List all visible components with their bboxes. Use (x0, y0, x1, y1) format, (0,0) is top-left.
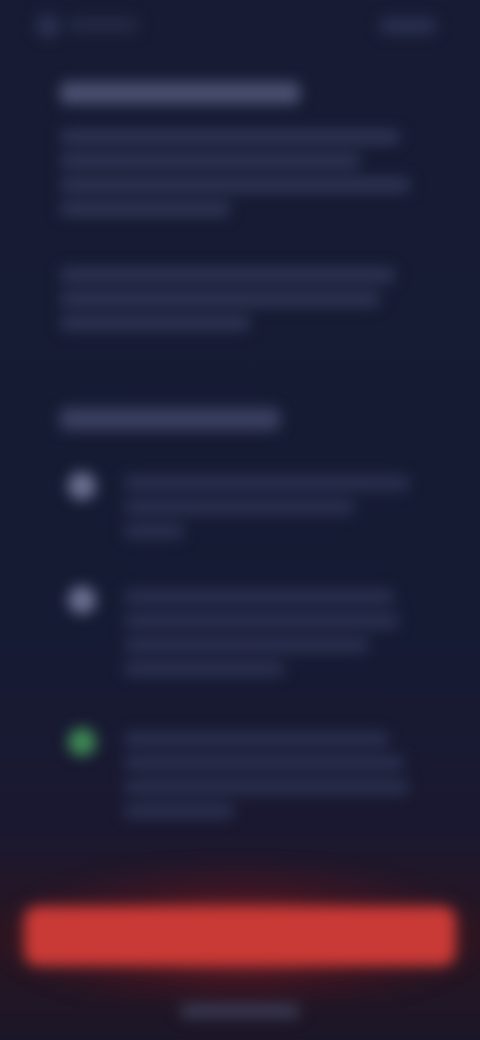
top-bar-title (68, 18, 138, 32)
step-item-3-text (124, 722, 414, 828)
home-indicator[interactable] (180, 1004, 300, 1018)
step-item-2-text (124, 580, 414, 686)
top-bar (0, 0, 480, 56)
app-screen (0, 0, 480, 1040)
secondary-paragraph (60, 258, 410, 340)
primary-action-button[interactable] (24, 906, 456, 966)
step-bullet-icon (68, 472, 96, 500)
step-bullet-icon (68, 586, 96, 614)
step-item-1-text (124, 466, 414, 548)
check-circle-icon (68, 728, 96, 756)
steps-heading (60, 408, 280, 430)
intro-paragraph (60, 120, 410, 226)
back-arrow-icon[interactable] (36, 14, 60, 38)
page-title (60, 78, 310, 108)
top-bar-action-button[interactable] (380, 18, 436, 34)
blurred-content (0, 0, 480, 1040)
